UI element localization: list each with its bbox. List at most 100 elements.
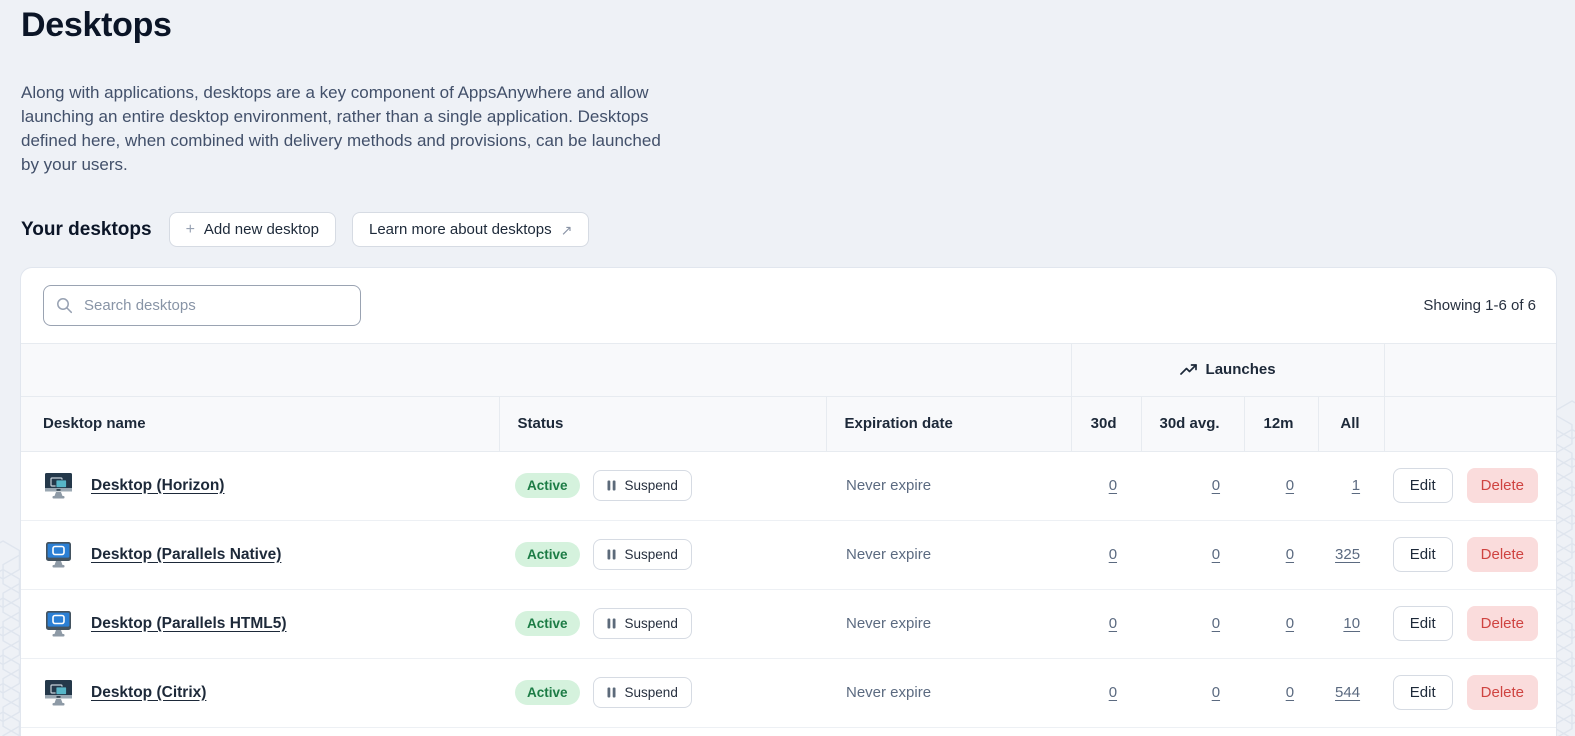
suspend-button[interactable]: Suspend [593, 470, 692, 501]
page-description: Along with applications, desktops are a … [21, 81, 677, 177]
edit-button[interactable]: Edit [1393, 606, 1453, 641]
launches-12m-cell: 0 [1244, 520, 1318, 589]
desktop-name-cell: Desktop (Horizon) [21, 451, 499, 520]
search-input[interactable] [43, 285, 361, 326]
plus-icon: + [186, 222, 195, 238]
column-header-row: Desktop name Status Expiration date 30d … [21, 396, 1556, 451]
launches-30d-avg-cell: 0 [1141, 658, 1244, 727]
multi-screen-desktop-icon [43, 679, 74, 707]
suspend-button[interactable]: Suspend [593, 608, 692, 639]
add-new-desktop-button[interactable]: + Add new desktop [169, 212, 336, 247]
desktop-name-link[interactable]: Desktop (Parallels HTML5) [91, 615, 287, 633]
column-header-desktop-name: Desktop name [21, 396, 499, 451]
pause-icon [607, 687, 616, 698]
trending-up-icon [1180, 363, 1198, 377]
expiration-cell: Never expire [826, 658, 1071, 727]
table-row: Desktop (Horizon) Active Suspend Never e… [21, 451, 1556, 520]
panel-toolbar: Showing 1-6 of 6 [21, 268, 1556, 344]
launches-30d-avg-link[interactable]: 0 [1212, 477, 1220, 494]
group-header-spacer-right [1384, 344, 1556, 396]
status-badge: Active [515, 542, 580, 567]
search-icon [56, 297, 73, 314]
launches-30d-cell: 0 [1071, 589, 1141, 658]
desktop-name-cell: Desktop (Citrix) [21, 658, 499, 727]
launches-group-row: Launches [21, 344, 1556, 396]
page-content: Desktops Along with applications, deskto… [0, 0, 1575, 247]
section-heading: Your desktops [21, 219, 152, 241]
table-row: Desktop (Parallels Native) Active Suspen… [21, 520, 1556, 589]
launches-30d-link[interactable]: 0 [1109, 546, 1117, 563]
launches-30d-cell: 0 [1071, 658, 1141, 727]
group-header-spacer-left [21, 344, 1071, 396]
status-cell: Active Suspend [499, 451, 826, 520]
launches-group-label: Launches [1206, 361, 1276, 378]
launches-12m-link[interactable]: 0 [1286, 684, 1294, 701]
launches-30d-link[interactable]: 0 [1109, 684, 1117, 701]
delete-button[interactable]: Delete [1467, 537, 1538, 572]
launches-all-cell: 10 [1318, 589, 1384, 658]
actions-cell: Edit Delete [1384, 658, 1556, 727]
launches-12m-link[interactable]: 0 [1286, 477, 1294, 494]
actions-cell: Edit Delete [1384, 589, 1556, 658]
delete-button[interactable]: Delete [1467, 675, 1538, 710]
launches-30d-avg-link[interactable]: 0 [1212, 546, 1220, 563]
desktop-name-cell: Desktop (Parallels Native) [21, 520, 499, 589]
desktop-name-link[interactable]: Desktop (Horizon) [91, 477, 224, 495]
launches-30d-avg-cell: 0 [1141, 451, 1244, 520]
suspend-label: Suspend [625, 685, 678, 700]
launches-12m-link[interactable]: 0 [1286, 615, 1294, 632]
launches-12m-link[interactable]: 0 [1286, 546, 1294, 563]
desktop-name-link[interactable]: Desktop (Parallels Native) [91, 546, 281, 564]
column-header-30d: 30d [1071, 396, 1141, 451]
learn-more-button[interactable]: Learn more about desktops ↗ [352, 212, 589, 247]
expiration-cell: Never expire [826, 451, 1071, 520]
status-cell: Active Suspend [499, 520, 826, 589]
expiration-cell: Never expire [826, 589, 1071, 658]
launches-all-cell: 544 [1318, 658, 1384, 727]
search-field-wrapper [43, 285, 361, 326]
column-header-expiration: Expiration date [826, 396, 1071, 451]
delete-button[interactable]: Delete [1467, 606, 1538, 641]
delete-button[interactable]: Delete [1467, 468, 1538, 503]
launches-30d-avg-cell: 0 [1141, 589, 1244, 658]
desktops-panel: Showing 1-6 of 6 Launches [20, 267, 1557, 736]
desktop-name-cell: Desktop (Parallels HTML5) [21, 589, 499, 658]
status-cell: Active Suspend [499, 589, 826, 658]
launches-all-cell: 325 [1318, 520, 1384, 589]
column-header-12m: 12m [1244, 396, 1318, 451]
launches-30d-avg-cell: 0 [1141, 520, 1244, 589]
launches-30d-link[interactable]: 0 [1109, 477, 1117, 494]
section-header-row: Your desktops + Add new desktop Learn mo… [21, 212, 1575, 247]
pause-icon [607, 549, 616, 560]
column-header-status: Status [499, 396, 826, 451]
edit-button[interactable]: Edit [1393, 537, 1453, 572]
launches-30d-cell: 0 [1071, 451, 1141, 520]
table-row: Desktop (Parallels HTML5) Active Suspend… [21, 589, 1556, 658]
status-badge: Active [515, 680, 580, 705]
add-new-desktop-label: Add new desktop [204, 221, 319, 238]
suspend-label: Suspend [625, 478, 678, 493]
suspend-button[interactable]: Suspend [593, 539, 692, 570]
expiration-cell: Never expire [826, 520, 1071, 589]
edit-button[interactable]: Edit [1393, 468, 1453, 503]
launches-all-link[interactable]: 544 [1335, 684, 1360, 701]
column-header-actions [1384, 396, 1556, 451]
launches-12m-cell: 0 [1244, 589, 1318, 658]
desktop-name-link[interactable]: Desktop (Citrix) [91, 684, 206, 702]
column-header-30d-avg: 30d avg. [1141, 396, 1244, 451]
launches-30d-avg-link[interactable]: 0 [1212, 684, 1220, 701]
launches-all-link[interactable]: 325 [1335, 546, 1360, 563]
launches-30d-avg-link[interactable]: 0 [1212, 615, 1220, 632]
launches-all-link[interactable]: 1 [1352, 477, 1360, 494]
launches-30d-link[interactable]: 0 [1109, 615, 1117, 632]
pause-icon [607, 480, 616, 491]
page-title: Desktops [21, 6, 1575, 45]
suspend-button[interactable]: Suspend [593, 677, 692, 708]
monitor-desktop-icon [43, 610, 74, 638]
launches-all-link[interactable]: 10 [1343, 615, 1360, 632]
launches-12m-cell: 0 [1244, 451, 1318, 520]
launches-12m-cell: 0 [1244, 658, 1318, 727]
launches-all-cell: 1 [1318, 451, 1384, 520]
monitor-desktop-icon [43, 541, 74, 569]
edit-button[interactable]: Edit [1393, 675, 1453, 710]
